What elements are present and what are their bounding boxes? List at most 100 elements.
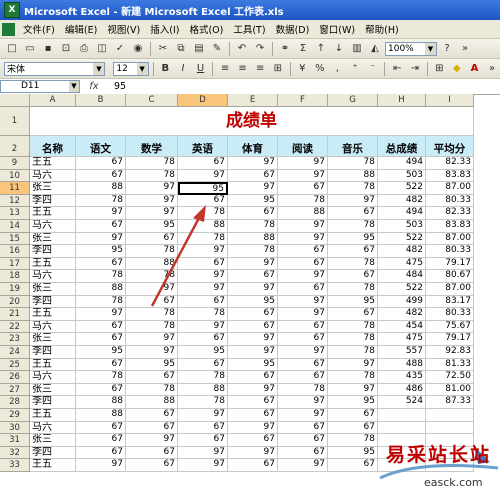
- column-header-a[interactable]: A: [30, 94, 76, 107]
- score-cell[interactable]: [378, 421, 426, 435]
- score-cell[interactable]: 78: [126, 320, 178, 334]
- row-header[interactable]: 23: [0, 333, 30, 346]
- score-cell[interactable]: 67: [328, 270, 378, 283]
- score-cell[interactable]: 67: [126, 232, 178, 246]
- name-cell[interactable]: 李四: [30, 396, 76, 409]
- score-cell[interactable]: 78: [328, 220, 378, 233]
- score-cell[interactable]: 87.00: [426, 182, 474, 195]
- name-cell[interactable]: 李四: [30, 194, 76, 208]
- menu-format[interactable]: 格式(O): [184, 22, 228, 36]
- score-cell[interactable]: 97: [126, 283, 178, 296]
- score-cell[interactable]: 78: [126, 270, 178, 283]
- italic-button[interactable]: I: [175, 61, 191, 77]
- name-cell[interactable]: 李四: [30, 295, 76, 309]
- column-title-cell[interactable]: 体育: [228, 136, 278, 157]
- score-cell[interactable]: 83.17: [426, 295, 474, 309]
- score-cell[interactable]: 78: [328, 157, 378, 170]
- fill-color-icon[interactable]: ◆: [449, 61, 465, 77]
- decrease-decimal-icon[interactable]: ⁻: [365, 61, 381, 77]
- score-cell[interactable]: 97: [228, 421, 278, 435]
- score-cell[interactable]: 80.33: [426, 308, 474, 321]
- score-cell[interactable]: 67: [76, 434, 126, 447]
- save-icon[interactable]: ▪: [40, 41, 56, 57]
- score-cell[interactable]: 78: [178, 207, 228, 220]
- column-header-b[interactable]: B: [76, 94, 126, 107]
- score-cell[interactable]: 78: [126, 157, 178, 170]
- score-cell[interactable]: 95: [126, 220, 178, 233]
- column-title-cell[interactable]: 名称: [30, 136, 76, 157]
- score-cell[interactable]: 522: [378, 182, 426, 195]
- score-cell[interactable]: 67: [76, 333, 126, 346]
- menu-insert[interactable]: 插入(I): [145, 22, 184, 36]
- score-cell[interactable]: 67: [126, 295, 178, 309]
- score-cell[interactable]: 482: [378, 194, 426, 208]
- score-cell[interactable]: 97: [178, 270, 228, 283]
- score-cell[interactable]: 83.83: [426, 169, 474, 183]
- name-cell[interactable]: 张三: [30, 232, 76, 246]
- score-cell[interactable]: 482: [378, 308, 426, 321]
- align-center-icon[interactable]: ≡: [235, 61, 251, 77]
- score-cell[interactable]: 78: [126, 245, 178, 258]
- score-cell[interactable]: 67: [76, 358, 126, 372]
- score-cell[interactable]: 88: [178, 383, 228, 397]
- decrease-indent-icon[interactable]: ⇤: [389, 61, 405, 77]
- name-cell[interactable]: 王五: [30, 157, 76, 170]
- score-cell[interactable]: 486: [378, 383, 426, 397]
- score-cell[interactable]: 499: [378, 295, 426, 309]
- score-cell[interactable]: 78: [178, 232, 228, 246]
- format-painter-icon[interactable]: ✎: [209, 41, 225, 57]
- chevron-down-icon[interactable]: ▼: [93, 62, 105, 75]
- row-header[interactable]: 21: [0, 308, 30, 321]
- score-cell[interactable]: 80.67: [426, 270, 474, 283]
- score-cell[interactable]: 78: [126, 383, 178, 397]
- score-cell[interactable]: 67: [228, 320, 278, 334]
- score-cell[interactable]: 67: [178, 157, 228, 170]
- menu-data[interactable]: 数据(D): [271, 22, 315, 36]
- score-cell[interactable]: 67: [76, 157, 126, 170]
- score-cell[interactable]: 78: [328, 346, 378, 359]
- score-cell[interactable]: 97: [178, 283, 228, 296]
- score-cell[interactable]: 88: [328, 169, 378, 183]
- score-cell[interactable]: 97: [76, 308, 126, 321]
- undo-icon[interactable]: ↶: [234, 41, 250, 57]
- name-cell[interactable]: 张三: [30, 182, 76, 195]
- score-cell[interactable]: 67: [228, 169, 278, 183]
- paste-icon[interactable]: ▤: [191, 41, 207, 57]
- score-cell[interactable]: 88: [76, 182, 126, 195]
- score-cell[interactable]: 78: [328, 434, 378, 447]
- score-cell[interactable]: 95: [76, 245, 126, 258]
- score-cell[interactable]: 92.83: [426, 346, 474, 359]
- score-cell[interactable]: 67: [328, 207, 378, 220]
- name-cell[interactable]: 马六: [30, 220, 76, 233]
- score-cell[interactable]: 97: [76, 232, 126, 246]
- score-cell[interactable]: [426, 409, 474, 422]
- score-cell[interactable]: 97: [228, 257, 278, 271]
- score-cell[interactable]: 67: [126, 421, 178, 435]
- score-cell[interactable]: 95: [328, 446, 378, 460]
- score-cell[interactable]: 95: [228, 295, 278, 309]
- score-cell[interactable]: 67: [76, 169, 126, 183]
- name-cell[interactable]: 李四: [30, 346, 76, 359]
- score-cell[interactable]: 88: [126, 396, 178, 409]
- column-title-cell[interactable]: 语文: [76, 136, 126, 157]
- score-cell[interactable]: 67: [278, 446, 328, 460]
- score-cell[interactable]: 97: [228, 383, 278, 397]
- score-cell[interactable]: 97: [328, 383, 378, 397]
- score-cell[interactable]: 97: [126, 194, 178, 208]
- score-cell[interactable]: 78: [328, 333, 378, 346]
- score-cell[interactable]: 475: [378, 333, 426, 346]
- score-cell[interactable]: 67: [278, 257, 328, 271]
- score-cell[interactable]: 78: [126, 169, 178, 183]
- row-header[interactable]: 15: [0, 232, 30, 246]
- score-cell[interactable]: 78: [76, 295, 126, 309]
- score-cell[interactable]: 78: [126, 308, 178, 321]
- score-cell[interactable]: 97: [228, 346, 278, 359]
- score-cell[interactable]: 67: [278, 283, 328, 296]
- score-cell[interactable]: 79.17: [426, 257, 474, 271]
- column-header-e[interactable]: E: [228, 94, 278, 107]
- score-cell[interactable]: 78: [278, 383, 328, 397]
- underline-button[interactable]: U: [193, 61, 209, 77]
- score-cell[interactable]: 67: [76, 220, 126, 233]
- chevron-down-icon[interactable]: ▼: [425, 42, 436, 55]
- score-cell[interactable]: 67: [228, 270, 278, 283]
